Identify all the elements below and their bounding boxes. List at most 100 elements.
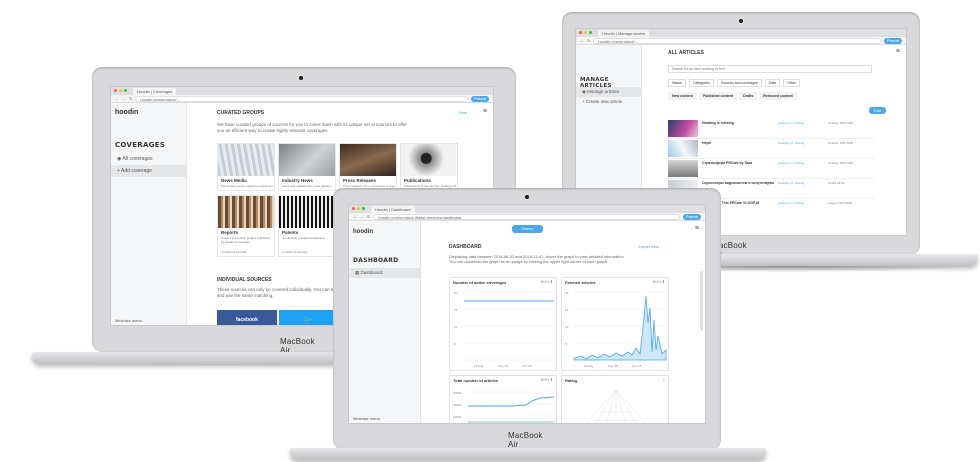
back-icon[interactable]: ←	[353, 214, 357, 219]
facebook-source[interactable]: facebook	[217, 310, 277, 325]
card-image	[401, 144, 457, 176]
panel-tools-icon[interactable]: ⊕⊖⌕⬇	[653, 279, 665, 284]
user-pill[interactable]: Pascal	[470, 95, 489, 102]
hide-link[interactable]: Hide	[459, 110, 467, 115]
y-tick: 15	[565, 308, 569, 312]
panel-total-articles: Total number of articles ⊕⊖⌕⬇ 30000 2000…	[449, 375, 557, 423]
reload-icon[interactable]: ↻	[367, 214, 370, 219]
twitter-source[interactable]: 🐦	[279, 310, 339, 325]
address-bar[interactable]: hoodin.com/product/...	[135, 95, 468, 102]
dashboard-screen: Hoodin | Dashboard ← → ↻ hoodin.com/prod…	[348, 204, 706, 424]
tab-published[interactable]: Published content	[698, 92, 738, 100]
table-row[interactable]: Heading is missing Category is missing O…	[668, 119, 874, 139]
browser-tab[interactable]: Hoodin | Manage stories	[598, 30, 650, 37]
x-tick: Sep '18	[498, 364, 508, 368]
panel-tools-icon[interactable]: ⊕⊖⌕⬇	[541, 377, 553, 382]
table-row[interactable]: Стратосфера PRCam by Sara Category is mi…	[668, 159, 874, 179]
y-tick: 5	[565, 342, 567, 346]
forward-icon[interactable]: →	[360, 214, 364, 219]
minimize-menu[interactable]: Minimize menu	[353, 416, 380, 421]
series-area	[573, 295, 667, 361]
side-item-manage[interactable]: ◉ Manage articles	[576, 87, 641, 97]
side-item-add-coverage[interactable]: + Add coverage	[111, 165, 186, 177]
right-camera	[739, 19, 743, 23]
side-item-dashboard[interactable]: ▦ Dashboard	[349, 268, 420, 278]
card-image	[340, 144, 396, 176]
browser-tab[interactable]: Hoodin | Dashboard	[371, 206, 415, 213]
y-tick: 10	[454, 325, 458, 329]
reload-icon[interactable]: ↻	[587, 38, 590, 43]
y-tick: 5	[454, 342, 456, 346]
minimize-menu[interactable]: Minimize menu	[115, 318, 142, 323]
y-tick: 20	[565, 291, 569, 295]
tab-new[interactable]: New content	[668, 92, 697, 100]
center-laptop-base	[290, 448, 766, 460]
y-tick: 15	[454, 308, 458, 312]
center-brand: MacBook Air	[508, 431, 543, 449]
browser-tab[interactable]: Hoodin | Coverages	[133, 88, 177, 95]
card-image	[279, 144, 335, 176]
series-line	[468, 396, 555, 407]
export-link[interactable]: Export view	[638, 244, 659, 249]
row-thumbnail	[668, 140, 698, 157]
list-icon: ◉	[582, 89, 586, 94]
row-thumbnail	[668, 160, 698, 177]
card-patents[interactable]: Patents A collection of patent databases…	[278, 195, 336, 257]
chart-active-coverages: 20 15 10 5 15 Aug Sep '18 Oct '18	[454, 291, 554, 368]
filter-categories[interactable]: Categories	[688, 79, 714, 87]
address-bar[interactable]: hoodin.com/product/...	[593, 37, 881, 44]
reload-icon[interactable]: ↻	[129, 96, 132, 101]
panel-fetched-articles: Fetched articles ⊕⊖⌕⬇ 20 15 10 5 15 Aug	[561, 277, 669, 371]
logo[interactable]: hoodin	[115, 109, 138, 116]
plus-icon: +	[582, 99, 585, 104]
y-tick: 10	[565, 325, 569, 329]
individual-title: INDIVIDUAL SOURCES	[217, 277, 272, 283]
back-icon[interactable]: ←	[580, 38, 584, 43]
filter-other[interactable]: Other	[783, 79, 800, 87]
side-item-create[interactable]: + Create new article	[576, 97, 641, 106]
panel-tools-icon[interactable]: ⊕⊖⌕⬇	[541, 279, 553, 284]
x-tick: Oct '18	[522, 364, 532, 368]
edit-button[interactable]: Edit	[869, 107, 886, 114]
filter-date[interactable]: Date	[764, 79, 781, 87]
search-input[interactable]	[668, 65, 872, 73]
menu-icon[interactable]: ≡	[483, 108, 487, 115]
row-thumbnail	[668, 120, 698, 137]
content-tabs: New content Published content Drafts Rem…	[668, 92, 797, 100]
chart-total-articles: 30000 20000 10000	[453, 391, 555, 423]
card-press-releases[interactable]: Press Releases Press releases from compa…	[339, 143, 397, 191]
x-tick: Oct '18	[632, 364, 642, 368]
tab-drafts[interactable]: Drafts	[739, 92, 758, 100]
dashboard-intro: Displaying data between 2018-08-01 and 2…	[449, 254, 625, 264]
card-image	[279, 196, 335, 228]
card-news-media[interactable]: News Media Mainstream news media from lo…	[217, 143, 275, 191]
menu-icon[interactable]: ≡	[896, 48, 900, 55]
user-pill[interactable]: Pascal	[883, 37, 902, 44]
card-reports[interactable]: Reports Articles & scientific studies pu…	[217, 195, 275, 257]
table-row[interactable]: Hepti Category is missing October 16th 2…	[668, 139, 874, 159]
back-icon[interactable]: ←	[115, 96, 119, 101]
center-camera	[525, 195, 529, 199]
left-camera	[299, 76, 303, 80]
card-industry-news[interactable]: Industry News News and updates from your…	[278, 143, 336, 191]
y-tick: 10000	[453, 415, 462, 419]
address-bar[interactable]: hoodin.com/product-digital-services/dash…	[373, 213, 680, 220]
panel-active-coverages: Number of active coverages ⊕⊖⌕⬇ 20 15 10…	[449, 277, 557, 371]
tab-removed[interactable]: Removed content	[759, 92, 797, 100]
x-tick: Sep '18	[608, 364, 618, 368]
chart-fetched-articles: 20 15 10 5 15 Aug Sep '18 Oct '18	[565, 291, 667, 368]
panel-menu-icon[interactable]: ≡	[663, 377, 665, 382]
filter-sources[interactable]: Sources and coverages	[716, 79, 762, 87]
user-pill[interactable]: Pascal	[682, 213, 701, 220]
y-tick: 30000	[453, 391, 462, 395]
scrollbar[interactable]	[700, 271, 703, 331]
x-tick: 15 Aug	[474, 364, 484, 368]
forward-icon[interactable]: →	[122, 96, 126, 101]
menu-icon[interactable]: ≡	[695, 225, 699, 232]
logo[interactable]: hoodin	[353, 229, 373, 235]
page-header: ALL ARTICLES	[668, 50, 704, 56]
filter-status[interactable]: Status	[668, 79, 686, 87]
right-laptop-base	[700, 254, 978, 266]
side-item-all-coverages[interactable]: ◉ All coverages	[111, 153, 186, 165]
card-publications[interactable]: Publications Publications & reports from…	[400, 143, 458, 191]
